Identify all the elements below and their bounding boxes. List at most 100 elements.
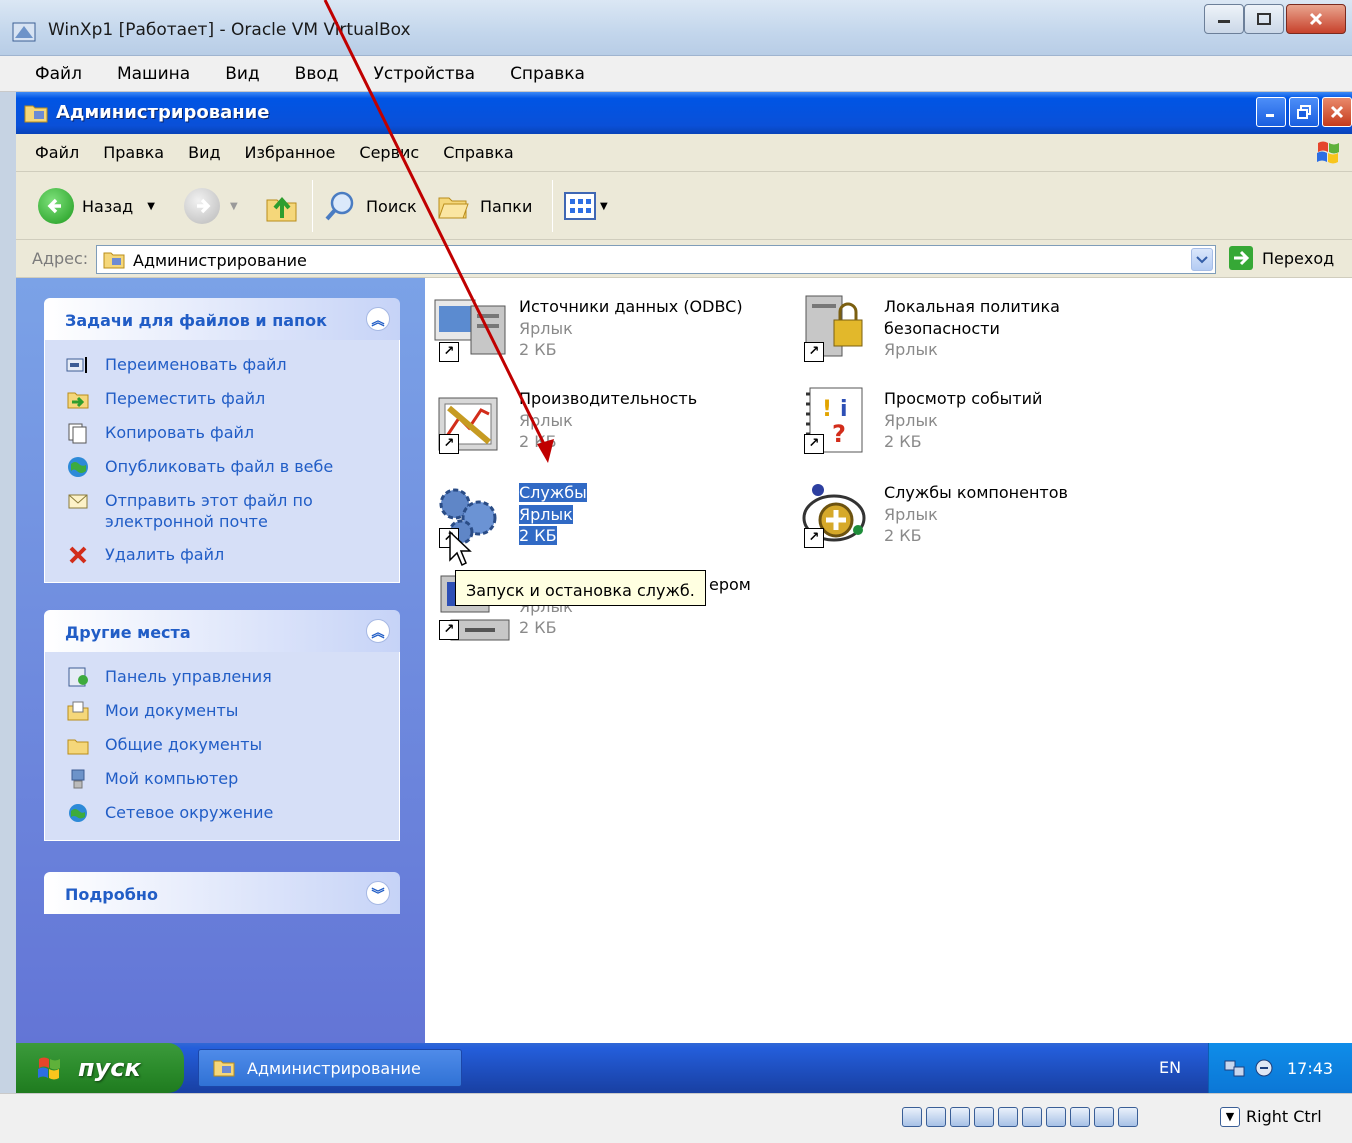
explorer-menu-view[interactable]: Вид: [176, 143, 232, 162]
place-control-panel[interactable]: Панель управления: [65, 666, 399, 688]
host-menu-file[interactable]: Файл: [0, 64, 94, 84]
file-name: Просмотр событий: [884, 389, 1043, 408]
toolbar-separator: [552, 180, 553, 232]
address-dropdown-button[interactable]: [1191, 248, 1213, 271]
start-button[interactable]: пуск: [16, 1043, 184, 1093]
file-size: 2 КБ: [884, 432, 922, 451]
copy-icon: [65, 422, 91, 444]
network-tray-icon[interactable]: [1223, 1057, 1247, 1079]
go-arrow-icon: [1229, 246, 1253, 270]
search-button[interactable]: Поиск: [322, 186, 417, 226]
host-menu-bar: Файл Машина Вид Ввод Устройства Справка: [0, 56, 1352, 92]
task-pane: Задачи для файлов и папок ︽ Переименоват…: [16, 278, 425, 1043]
file-item-performance[interactable]: ↗ Производительность Ярлык 2 КБ: [431, 384, 791, 464]
place-my-documents[interactable]: Мои документы: [65, 700, 399, 722]
collapse-icon[interactable]: ︽: [366, 307, 390, 331]
forward-arrow-icon: [184, 188, 220, 224]
file-item-event-viewer[interactable]: ! i ? ↗ Просмотр событий Ярлык 2 КБ: [796, 384, 1156, 464]
task-email-file[interactable]: Отправить этот файл по электронной почте: [65, 490, 399, 532]
task-copy-file[interactable]: Копировать файл: [65, 422, 399, 444]
place-my-computer[interactable]: Мой компьютер: [65, 768, 399, 790]
forward-dropdown-icon[interactable]: ▼: [230, 201, 238, 212]
host-menu-help[interactable]: Справка: [487, 64, 597, 84]
network-places-icon: [65, 802, 91, 824]
shortcut-arrow-icon: ↗: [804, 528, 824, 548]
clock[interactable]: 17:43: [1287, 1059, 1333, 1078]
file-name: Локальная политика безопасности: [884, 297, 1060, 338]
explorer-minimize-button[interactable]: [1256, 97, 1286, 127]
network-status-icon[interactable]: [974, 1107, 994, 1127]
back-dropdown-icon[interactable]: ▼: [147, 201, 155, 212]
file-tasks-panel: Задачи для файлов и папок ︽ Переименоват…: [44, 298, 400, 583]
go-button[interactable]: Переход: [1228, 245, 1334, 271]
usb-status-icon[interactable]: [998, 1107, 1018, 1127]
expand-icon[interactable]: ︾: [366, 881, 390, 905]
file-tasks-header[interactable]: Задачи для файлов и папок ︽: [44, 298, 400, 340]
host-menu-devices[interactable]: Устройства: [351, 64, 488, 84]
forward-button[interactable]: ▼: [184, 186, 238, 226]
explorer-menu-bar: Файл Правка Вид Избранное Сервис Справка: [16, 134, 1352, 172]
file-item-security-policy[interactable]: ↗ Локальная политика безопасности Ярлык: [796, 292, 1156, 372]
shared-folders-status-icon[interactable]: [1022, 1107, 1042, 1127]
hard-disk-status-icon[interactable]: [902, 1107, 922, 1127]
audio-status-icon[interactable]: [950, 1107, 970, 1127]
other-places-header[interactable]: Другие места ︽: [44, 610, 400, 652]
volume-tray-icon[interactable]: [1253, 1057, 1275, 1079]
file-item-services[interactable]: ↗ Службы Ярлык 2 КБ: [431, 478, 791, 558]
file-view[interactable]: ↗ Источники данных (ODBC) Ярлык 2 КБ ↗ Л…: [425, 278, 1352, 1043]
restore-icon: [1297, 105, 1311, 119]
delete-icon: [65, 544, 91, 566]
host-window-title: WinXp1 [Работает] - Oracle VM VirtualBox: [48, 20, 411, 40]
video-capture-status-icon[interactable]: [1070, 1107, 1090, 1127]
my-computer-icon: [65, 768, 91, 790]
views-button[interactable]: ▼: [564, 186, 608, 226]
host-minimize-button[interactable]: [1204, 4, 1244, 34]
taskbar-button-admin-tools[interactable]: Администрирование: [198, 1049, 462, 1087]
explorer-menu-file[interactable]: Файл: [16, 143, 91, 162]
virtualization-status-icon[interactable]: [1094, 1107, 1114, 1127]
collapse-icon[interactable]: ︽: [366, 619, 390, 643]
minimize-icon: [1218, 20, 1230, 23]
email-icon: [65, 490, 91, 512]
admin-tools-folder-icon: [103, 252, 125, 269]
back-button[interactable]: Назад ▼: [38, 186, 155, 226]
host-maximize-button[interactable]: [1244, 4, 1284, 34]
task-rename-file[interactable]: Переименовать файл: [65, 354, 399, 376]
shortcut-arrow-icon: ↗: [439, 434, 459, 454]
task-publish-web[interactable]: Опубликовать файл в вебе: [65, 456, 399, 478]
task-delete-file[interactable]: Удалить файл: [65, 544, 399, 566]
explorer-menu-edit[interactable]: Правка: [91, 143, 176, 162]
folders-button[interactable]: Папки: [436, 186, 532, 226]
explorer-title-bar[interactable]: Администрирование: [16, 92, 1352, 134]
views-icon: [564, 192, 596, 220]
folders-label: Папки: [480, 196, 533, 216]
optical-drive-status-icon[interactable]: [926, 1107, 946, 1127]
details-header[interactable]: Подробно ︾: [44, 872, 400, 914]
host-menu-machine[interactable]: Машина: [94, 64, 202, 84]
place-shared-documents[interactable]: Общие документы: [65, 734, 399, 756]
task-move-file[interactable]: Переместить файл: [65, 388, 399, 410]
host-menu-input[interactable]: Ввод: [272, 64, 351, 84]
explorer-menu-favorites[interactable]: Избранное: [233, 143, 348, 162]
host-menu-view[interactable]: Вид: [202, 64, 271, 84]
mouse-integration-status-icon[interactable]: [1118, 1107, 1138, 1127]
file-item-component-services[interactable]: ↗ Службы компонентов Ярлык 2 КБ: [796, 478, 1156, 558]
language-indicator[interactable]: EN: [1159, 1058, 1181, 1077]
host-title-bar[interactable]: WinXp1 [Работает] - Oracle VM VirtualBox: [0, 0, 1352, 56]
address-value: Администрирование: [133, 251, 307, 270]
file-name: Службы компонентов: [884, 483, 1068, 502]
place-network[interactable]: Сетевое окружение: [65, 802, 399, 824]
host-close-button[interactable]: [1286, 4, 1346, 34]
up-folder-button[interactable]: [264, 186, 300, 226]
explorer-menu-tools[interactable]: Сервис: [347, 143, 431, 162]
explorer-restore-button[interactable]: [1289, 97, 1319, 127]
file-item-odbc[interactable]: ↗ Источники данных (ODBC) Ярлык 2 КБ: [431, 292, 791, 372]
host-status-bar: ▼ Right Ctrl: [0, 1093, 1352, 1143]
file-tasks-title: Задачи для файлов и папок: [65, 311, 327, 330]
display-status-icon[interactable]: [1046, 1107, 1066, 1127]
back-arrow-icon: [38, 188, 74, 224]
explorer-close-button[interactable]: [1322, 97, 1352, 127]
chevron-down-icon: [1196, 255, 1208, 263]
address-input[interactable]: Администрирование: [96, 245, 1216, 274]
explorer-menu-help[interactable]: Справка: [431, 143, 526, 162]
